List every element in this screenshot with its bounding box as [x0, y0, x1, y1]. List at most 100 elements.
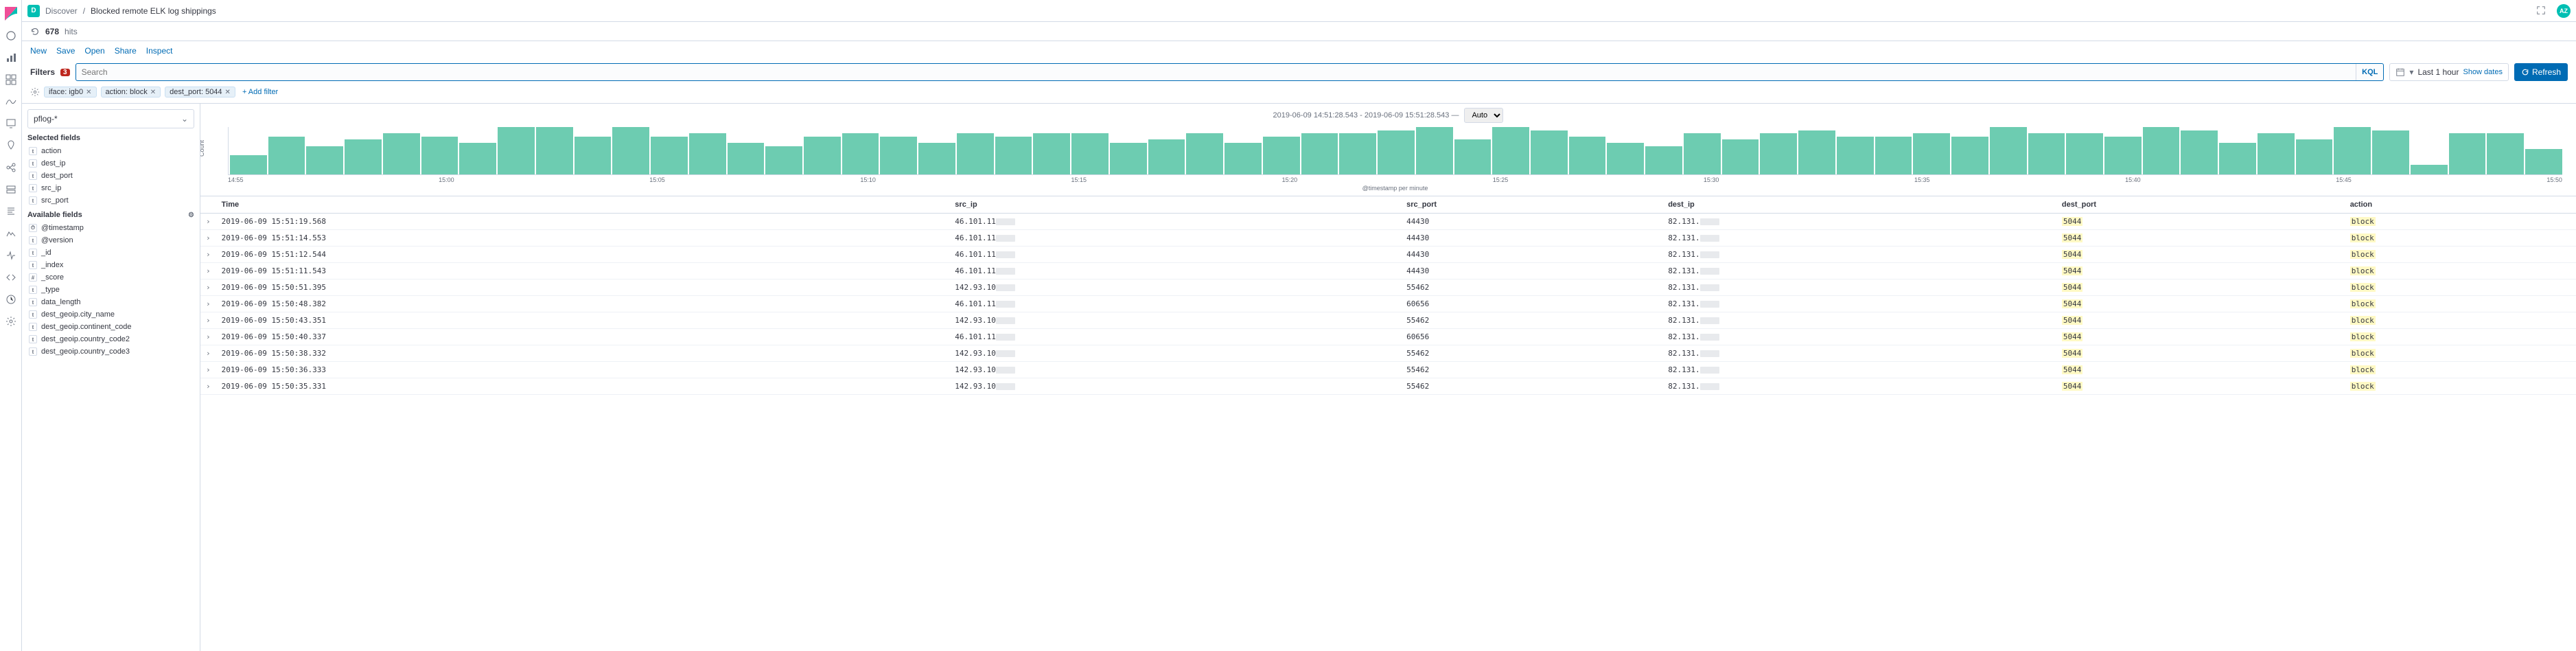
histogram-bar[interactable]: [728, 143, 765, 174]
nav-management-icon[interactable]: [5, 316, 16, 327]
histogram-bar[interactable]: [1798, 130, 1835, 174]
histogram-bar[interactable]: [2143, 127, 2180, 174]
histogram-bar[interactable]: [2525, 149, 2562, 174]
histogram-bar[interactable]: [1645, 146, 1682, 174]
histogram-bar[interactable]: [1378, 130, 1415, 174]
histogram-bar[interactable]: [459, 143, 496, 174]
histogram-bar[interactable]: [689, 133, 726, 174]
field-row[interactable]: tdest_geoip.city_name: [27, 308, 194, 321]
menu-share[interactable]: Share: [115, 46, 137, 56]
histogram-bar[interactable]: [957, 133, 994, 174]
expand-row-icon[interactable]: ›: [200, 378, 216, 395]
search-input[interactable]: [76, 64, 2356, 80]
histogram-bar[interactable]: [995, 137, 1032, 174]
results-table-wrap[interactable]: Time src_ip src_port dest_ip dest_port a…: [200, 196, 2576, 651]
menu-save[interactable]: Save: [56, 46, 75, 56]
filter-pill[interactable]: iface: igb0✕: [44, 87, 97, 98]
nav-canvas-icon[interactable]: [5, 118, 16, 129]
filter-pill[interactable]: action: block✕: [101, 87, 161, 98]
histogram-bar[interactable]: [2411, 165, 2448, 174]
nav-infra-icon[interactable]: [5, 184, 16, 195]
nav-dashboard-icon[interactable]: [5, 74, 16, 85]
field-row[interactable]: #_score: [27, 271, 194, 284]
kql-toggle[interactable]: KQL: [2356, 64, 2383, 80]
table-row[interactable]: ›2019-06-09 15:50:38.332142.93.105546282…: [200, 345, 2576, 362]
field-row[interactable]: ⏱@timestamp: [27, 222, 194, 234]
col-action[interactable]: action: [2345, 196, 2576, 214]
filters-settings-icon[interactable]: [30, 87, 40, 97]
histogram-bar[interactable]: [230, 155, 267, 174]
expand-row-icon[interactable]: ›: [200, 214, 216, 230]
add-filter-link[interactable]: + Add filter: [242, 88, 278, 96]
table-row[interactable]: ›2019-06-09 15:50:51.395142.93.105546282…: [200, 279, 2576, 296]
field-row[interactable]: tsrc_ip: [27, 182, 194, 194]
col-time[interactable]: Time: [216, 196, 950, 214]
menu-new[interactable]: New: [30, 46, 47, 56]
histogram-bar[interactable]: [1722, 139, 1759, 174]
nav-uptime-icon[interactable]: [5, 250, 16, 261]
kibana-logo[interactable]: [3, 5, 19, 22]
histogram-bar[interactable]: [2296, 139, 2333, 174]
nav-monitoring-icon[interactable]: [5, 294, 16, 305]
field-row[interactable]: tdest_geoip.continent_code: [27, 321, 194, 333]
histogram-bar[interactable]: [1263, 137, 1300, 174]
nav-discover-icon[interactable]: [5, 30, 16, 41]
space-badge[interactable]: D: [27, 5, 40, 17]
histogram-bar[interactable]: [2487, 133, 2524, 174]
field-row[interactable]: tsrc_port: [27, 194, 194, 207]
histogram-bar[interactable]: [1071, 133, 1109, 174]
histogram-bar[interactable]: [2334, 127, 2371, 174]
reset-search-icon[interactable]: [30, 27, 40, 36]
col-dest-port[interactable]: dest_port: [2056, 196, 2345, 214]
expand-row-icon[interactable]: ›: [200, 263, 216, 279]
histogram-bars[interactable]: [228, 127, 2562, 175]
table-row[interactable]: ›2019-06-09 15:50:35.331142.93.105546282…: [200, 378, 2576, 395]
expand-row-icon[interactable]: ›: [200, 329, 216, 345]
field-row[interactable]: tdest_geoip.country_code3: [27, 345, 194, 358]
nav-maps-icon[interactable]: [5, 140, 16, 151]
field-row[interactable]: tdest_ip: [27, 157, 194, 170]
histogram-bar[interactable]: [2181, 130, 2218, 174]
field-row[interactable]: tdata_length: [27, 296, 194, 308]
histogram-bar[interactable]: [1569, 137, 1606, 174]
nav-ml-icon[interactable]: [5, 162, 16, 173]
table-row[interactable]: ›2019-06-09 15:51:11.54346.101.114443082…: [200, 263, 2576, 279]
histogram-bar[interactable]: [306, 146, 343, 174]
histogram-bar[interactable]: [345, 139, 382, 174]
histogram-bar[interactable]: [2066, 133, 2103, 174]
histogram-bar[interactable]: [804, 137, 841, 174]
histogram-bar[interactable]: [918, 143, 955, 174]
expand-row-icon[interactable]: ›: [200, 279, 216, 296]
histogram-bar[interactable]: [575, 137, 612, 174]
histogram-bar[interactable]: [612, 127, 649, 174]
histogram-bar[interactable]: [1186, 133, 1223, 174]
table-row[interactable]: ›2019-06-09 15:50:36.333142.93.105546282…: [200, 362, 2576, 378]
histogram-bar[interactable]: [1531, 130, 1568, 174]
close-icon[interactable]: ✕: [86, 89, 91, 96]
fullscreen-icon[interactable]: [2536, 5, 2547, 16]
table-row[interactable]: ›2019-06-09 15:51:14.55346.101.114443082…: [200, 230, 2576, 247]
breadcrumb-app[interactable]: Discover: [45, 6, 78, 16]
histogram-bar[interactable]: [1148, 139, 1185, 174]
table-row[interactable]: ›2019-06-09 15:50:40.33746.101.116065682…: [200, 329, 2576, 345]
nav-timelion-icon[interactable]: [5, 96, 16, 107]
histogram-bar[interactable]: [1990, 127, 2027, 174]
histogram-bar[interactable]: [1339, 133, 1376, 174]
histogram-bar[interactable]: [1110, 143, 1147, 174]
expand-row-icon[interactable]: ›: [200, 312, 216, 329]
histogram-bar[interactable]: [1225, 143, 1262, 174]
close-icon[interactable]: ✕: [150, 89, 156, 96]
table-row[interactable]: ›2019-06-09 15:51:12.54446.101.114443082…: [200, 247, 2576, 263]
histogram-bar[interactable]: [1033, 133, 1070, 174]
histogram-bar[interactable]: [1760, 133, 1797, 174]
field-row[interactable]: tdest_geoip.country_code2: [27, 333, 194, 345]
histogram-bar[interactable]: [2449, 133, 2486, 174]
histogram-bar[interactable]: [383, 133, 420, 174]
col-dest-ip[interactable]: dest_ip: [1662, 196, 2056, 214]
close-icon[interactable]: ✕: [225, 89, 231, 96]
nav-apm-icon[interactable]: [5, 228, 16, 239]
filter-pill[interactable]: dest_port: 5044✕: [165, 87, 235, 98]
field-row[interactable]: tdest_port: [27, 170, 194, 182]
histogram-bar[interactable]: [1875, 137, 1912, 174]
nav-logs-icon[interactable]: [5, 206, 16, 217]
